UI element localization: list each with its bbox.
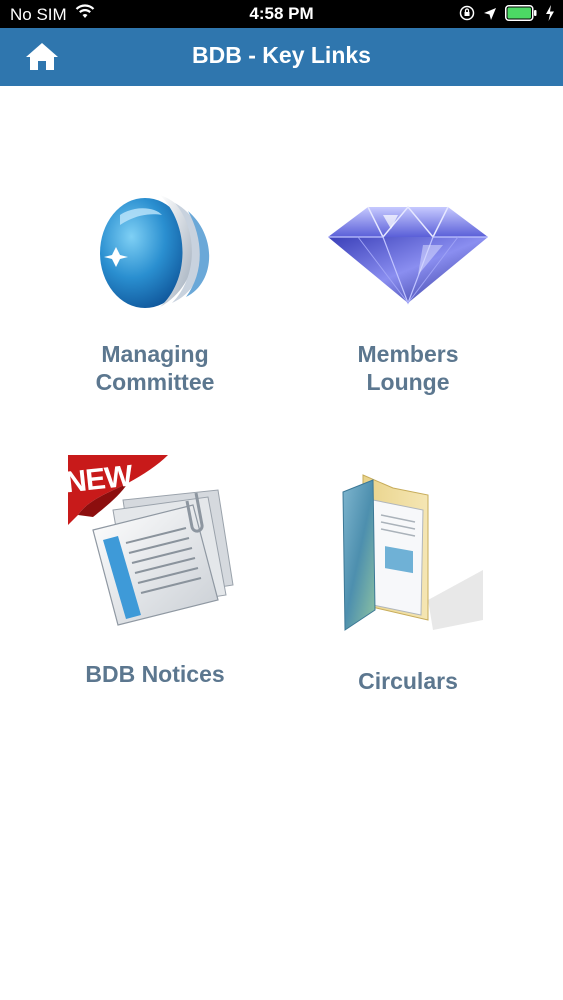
tile-label-managing-committee: Managing Committee xyxy=(95,341,215,395)
navigation-bar: BDB - Key Links xyxy=(0,28,563,86)
tile-label-circulars: Circulars xyxy=(358,668,458,694)
tile-label-members-lounge: Members Lounge xyxy=(357,341,459,395)
diamond-icon xyxy=(328,205,488,305)
folder-icon xyxy=(342,474,483,631)
orientation-lock-icon xyxy=(459,5,475,26)
charging-icon xyxy=(545,5,555,26)
tile-label-bdb-notices: BDB Notices xyxy=(85,661,225,687)
tile-members-lounge[interactable]: Members Lounge xyxy=(283,185,533,396)
tile-bdb-notices[interactable]: NEW BDB Notices xyxy=(30,455,280,688)
status-bar: No SIM 4:58 PM xyxy=(0,0,563,28)
tile-managing-committee[interactable]: Managing Committee xyxy=(30,185,280,396)
globe-logo-icon xyxy=(100,195,210,308)
new-badge: NEW xyxy=(63,459,134,500)
status-right xyxy=(459,5,555,26)
location-icon xyxy=(483,6,497,26)
battery-icon xyxy=(505,5,537,26)
tile-circulars[interactable]: Circulars xyxy=(283,470,533,695)
page-title: BDB - Key Links xyxy=(192,42,371,68)
